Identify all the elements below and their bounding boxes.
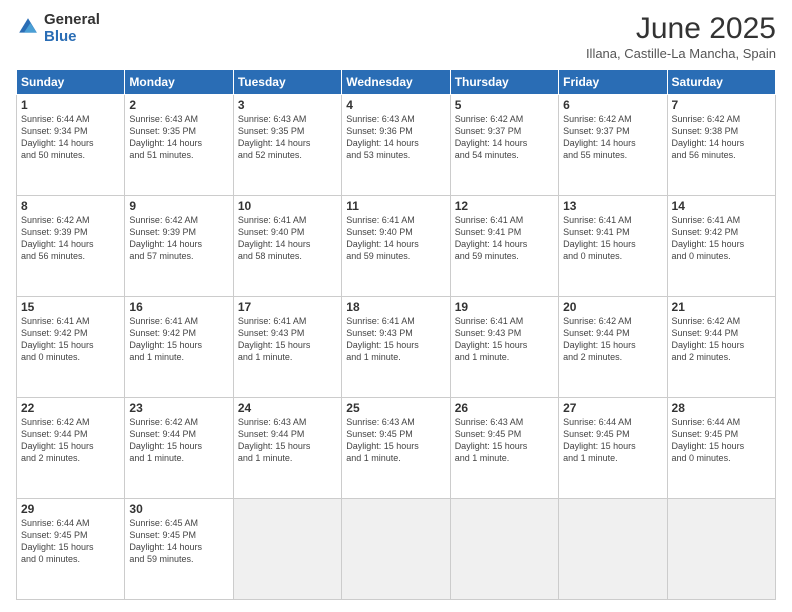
calendar-day-24: 24Sunrise: 6:43 AM Sunset: 9:44 PM Dayli… <box>233 398 341 499</box>
calendar-day-4: 4Sunrise: 6:43 AM Sunset: 9:36 PM Daylig… <box>342 95 450 196</box>
calendar-day-15: 15Sunrise: 6:41 AM Sunset: 9:42 PM Dayli… <box>17 297 125 398</box>
header-sunday: Sunday <box>17 70 125 95</box>
header-friday: Friday <box>559 70 667 95</box>
calendar-day-20: 20Sunrise: 6:42 AM Sunset: 9:44 PM Dayli… <box>559 297 667 398</box>
title-block: June 2025 Illana, Castille-La Mancha, Sp… <box>586 12 776 61</box>
calendar-day-17: 17Sunrise: 6:41 AM Sunset: 9:43 PM Dayli… <box>233 297 341 398</box>
calendar-header-row: Sunday Monday Tuesday Wednesday Thursday… <box>17 70 776 95</box>
header-tuesday: Tuesday <box>233 70 341 95</box>
calendar-day-30: 30Sunrise: 6:45 AM Sunset: 9:45 PM Dayli… <box>125 499 233 600</box>
calendar-day-11: 11Sunrise: 6:41 AM Sunset: 9:40 PM Dayli… <box>342 196 450 297</box>
calendar-week-3: 15Sunrise: 6:41 AM Sunset: 9:42 PM Dayli… <box>17 297 776 398</box>
calendar-day-13: 13Sunrise: 6:41 AM Sunset: 9:41 PM Dayli… <box>559 196 667 297</box>
calendar-day-empty-4-4 <box>450 499 558 600</box>
calendar-day-empty-4-2 <box>233 499 341 600</box>
calendar-day-3: 3Sunrise: 6:43 AM Sunset: 9:35 PM Daylig… <box>233 95 341 196</box>
logo: General Blue <box>16 12 100 45</box>
page: General Blue June 2025 Illana, Castille-… <box>0 0 792 612</box>
calendar-day-27: 27Sunrise: 6:44 AM Sunset: 9:45 PM Dayli… <box>559 398 667 499</box>
calendar-day-23: 23Sunrise: 6:42 AM Sunset: 9:44 PM Dayli… <box>125 398 233 499</box>
logo-text-line1: General <box>44 12 100 29</box>
calendar-day-empty-4-6 <box>667 499 775 600</box>
calendar-day-12: 12Sunrise: 6:41 AM Sunset: 9:41 PM Dayli… <box>450 196 558 297</box>
logo-text-line2: Blue <box>44 29 100 46</box>
calendar-day-25: 25Sunrise: 6:43 AM Sunset: 9:45 PM Dayli… <box>342 398 450 499</box>
calendar-day-empty-4-5 <box>559 499 667 600</box>
calendar-day-8: 8Sunrise: 6:42 AM Sunset: 9:39 PM Daylig… <box>17 196 125 297</box>
calendar-day-28: 28Sunrise: 6:44 AM Sunset: 9:45 PM Dayli… <box>667 398 775 499</box>
calendar-day-10: 10Sunrise: 6:41 AM Sunset: 9:40 PM Dayli… <box>233 196 341 297</box>
calendar-day-21: 21Sunrise: 6:42 AM Sunset: 9:44 PM Dayli… <box>667 297 775 398</box>
header: General Blue June 2025 Illana, Castille-… <box>16 12 776 61</box>
calendar-day-16: 16Sunrise: 6:41 AM Sunset: 9:42 PM Dayli… <box>125 297 233 398</box>
calendar-day-9: 9Sunrise: 6:42 AM Sunset: 9:39 PM Daylig… <box>125 196 233 297</box>
calendar-day-26: 26Sunrise: 6:43 AM Sunset: 9:45 PM Dayli… <box>450 398 558 499</box>
main-title: June 2025 <box>586 12 776 46</box>
calendar-week-5: 29Sunrise: 6:44 AM Sunset: 9:45 PM Dayli… <box>17 499 776 600</box>
calendar-day-6: 6Sunrise: 6:42 AM Sunset: 9:37 PM Daylig… <box>559 95 667 196</box>
calendar-week-2: 8Sunrise: 6:42 AM Sunset: 9:39 PM Daylig… <box>17 196 776 297</box>
header-thursday: Thursday <box>450 70 558 95</box>
calendar-day-5: 5Sunrise: 6:42 AM Sunset: 9:37 PM Daylig… <box>450 95 558 196</box>
calendar-week-4: 22Sunrise: 6:42 AM Sunset: 9:44 PM Dayli… <box>17 398 776 499</box>
calendar-day-1: 1Sunrise: 6:44 AM Sunset: 9:34 PM Daylig… <box>17 95 125 196</box>
calendar-day-14: 14Sunrise: 6:41 AM Sunset: 9:42 PM Dayli… <box>667 196 775 297</box>
header-wednesday: Wednesday <box>342 70 450 95</box>
calendar-table: Sunday Monday Tuesday Wednesday Thursday… <box>16 69 776 600</box>
calendar-day-2: 2Sunrise: 6:43 AM Sunset: 9:35 PM Daylig… <box>125 95 233 196</box>
logo-icon <box>16 15 40 39</box>
header-monday: Monday <box>125 70 233 95</box>
header-saturday: Saturday <box>667 70 775 95</box>
calendar-week-1: 1Sunrise: 6:44 AM Sunset: 9:34 PM Daylig… <box>17 95 776 196</box>
calendar-day-18: 18Sunrise: 6:41 AM Sunset: 9:43 PM Dayli… <box>342 297 450 398</box>
calendar-day-22: 22Sunrise: 6:42 AM Sunset: 9:44 PM Dayli… <box>17 398 125 499</box>
calendar-day-empty-4-3 <box>342 499 450 600</box>
calendar-day-7: 7Sunrise: 6:42 AM Sunset: 9:38 PM Daylig… <box>667 95 775 196</box>
calendar-day-29: 29Sunrise: 6:44 AM Sunset: 9:45 PM Dayli… <box>17 499 125 600</box>
subtitle: Illana, Castille-La Mancha, Spain <box>586 46 776 61</box>
calendar-day-19: 19Sunrise: 6:41 AM Sunset: 9:43 PM Dayli… <box>450 297 558 398</box>
